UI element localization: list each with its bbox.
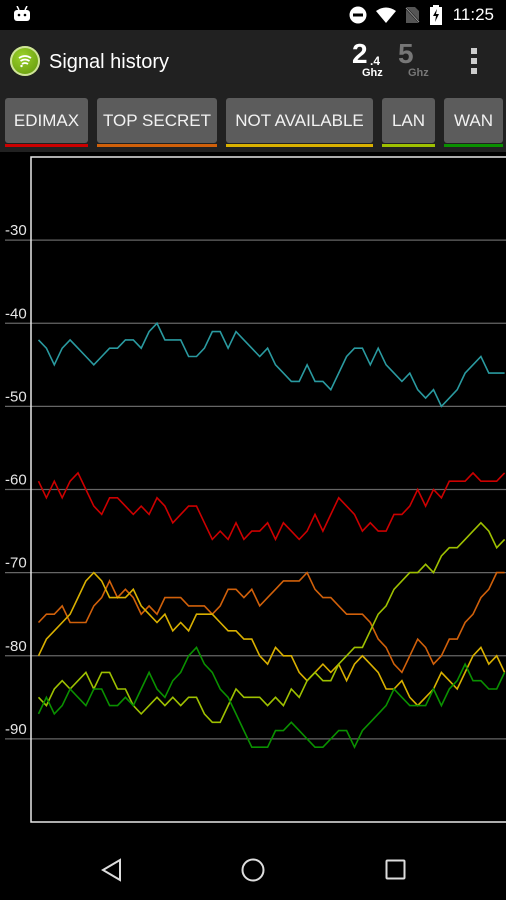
network-label: EDIMAX <box>13 110 80 130</box>
network-button-not-available[interactable]: NOT AVAILABLE <box>226 98 373 143</box>
network-button-wan[interactable]: WAN <box>444 98 503 143</box>
y-tick-label: -60 <box>5 472 27 489</box>
network-label: TOP SECRET <box>102 110 211 130</box>
wifi-icon <box>376 7 396 23</box>
y-axis-labels: -30 -40 -50 -60 -70 -80 -90 <box>5 222 27 738</box>
y-tick-label: -70 <box>5 555 27 572</box>
band-2-4ghz-button[interactable]: 2 .4 Ghz <box>352 38 383 80</box>
network-label: LAN <box>391 110 426 130</box>
recents-icon[interactable] <box>385 859 407 881</box>
band-5ghz-button[interactable]: 5 Ghz <box>398 38 429 80</box>
signal-history-chart: -30 -40 -50 -60 -70 -80 -90 <box>5 156 506 823</box>
network-button-edimax[interactable]: EDIMAX <box>5 98 88 143</box>
page-title: Signal history <box>49 51 170 73</box>
band-24-sub: .4 <box>370 54 381 68</box>
network-color-lan <box>382 144 435 147</box>
y-tick-label: -40 <box>5 305 27 322</box>
battery-charging-icon <box>430 5 442 25</box>
network-color-not-available <box>226 144 373 147</box>
network-color-wan <box>444 144 503 147</box>
band-24-unit: Ghz <box>362 67 383 79</box>
network-label: NOT AVAILABLE <box>235 110 364 130</box>
do-not-disturb-icon <box>349 6 367 24</box>
band-5-unit: Ghz <box>408 67 429 79</box>
band-5-main: 5 <box>398 38 414 69</box>
y-tick-label: -90 <box>5 721 27 738</box>
y-tick-label: -50 <box>5 388 27 405</box>
status-time: 11:25 <box>452 5 494 24</box>
network-button-lan[interactable]: LAN <box>382 98 435 143</box>
series-line-edimax <box>37 471 506 542</box>
network-button-top-secret[interactable]: TOP SECRET <box>97 98 217 143</box>
series-line-unlabeled-cyan <box>37 321 505 408</box>
back-icon[interactable] <box>100 858 124 882</box>
app-logo-icon <box>10 46 40 76</box>
navigation-bar <box>0 840 506 900</box>
wifi-signal-icon <box>18 55 32 68</box>
overflow-menu-icon[interactable] <box>468 48 480 78</box>
y-tick-label: -30 <box>5 222 27 239</box>
y-tick-label: -80 <box>5 638 27 655</box>
network-filter-bar: EDIMAX TOP SECRET NOT AVAILABLE LAN WAN <box>0 92 506 152</box>
network-color-top-secret <box>97 144 217 147</box>
band-24-main: 2 <box>352 38 368 69</box>
status-bar: 11:25 <box>0 0 506 30</box>
series-lines <box>37 321 506 750</box>
grid-lines <box>5 239 506 740</box>
android-debug-icon <box>14 6 30 21</box>
network-color-edimax <box>5 144 88 147</box>
no-sim-icon <box>405 6 420 24</box>
network-label: WAN <box>453 110 494 130</box>
home-icon[interactable] <box>241 858 265 882</box>
